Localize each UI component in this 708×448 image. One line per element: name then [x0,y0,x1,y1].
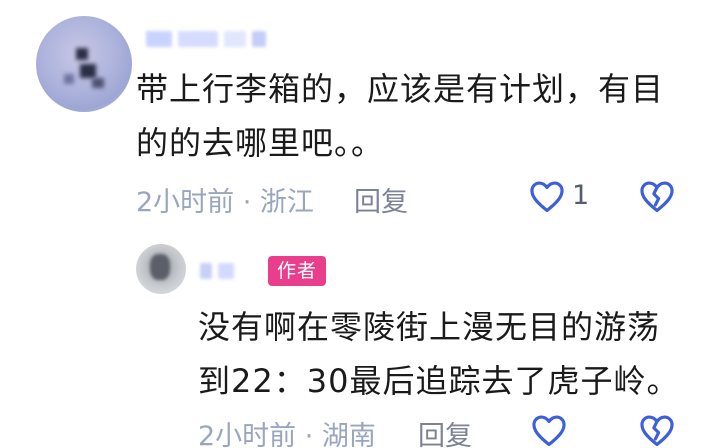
avatar-pixel [92,78,104,88]
time-location: 2小时前 · 浙江 [136,187,314,218]
comment-thread: 带上行李箱的，应该是有计划，有目 的的去哪里吧。。 2小时前 · 浙江 回复 1… [0,0,708,448]
avatar-pixel [64,74,74,84]
avatar-pixel [76,48,88,60]
reply-text-line: 没有啊在零陵街上漫无目的游荡 [198,308,661,346]
avatar[interactable] [36,16,132,112]
reply-avatar[interactable] [136,244,186,294]
username-pixel [224,31,246,47]
avatar-pixel [80,64,96,78]
comment-text-line: 的的去哪里吧。。 [136,124,385,162]
username-pixel [200,263,212,279]
reply-text: 没有啊在零陵街上漫无目的游荡 到22：30最后追踪去了虎子岭。 [198,300,698,408]
reply-username-blurred[interactable] [200,262,234,280]
broken-heart-icon[interactable] [638,178,676,216]
reply-reply-button[interactable]: 回复 [418,414,472,448]
username-pixel [178,31,218,47]
reply-text-line: 到22：30最后追踪去了虎子岭。 [198,362,680,400]
reply-button[interactable]: 回复 [354,180,408,219]
heart-outline-icon[interactable] [528,178,566,216]
reply-time-location: 2小时前 · 湖南 [198,421,376,448]
username-pixel [218,263,234,279]
username-pixel [146,31,172,47]
avatar-pixel [150,254,170,280]
comment-text-line: 带上行李箱的，应该是有计划，有目 [136,70,665,108]
username-blurred[interactable] [146,30,266,48]
heart-outline-icon[interactable] [530,412,568,448]
like-count: 1 [572,180,590,211]
author-badge: 作者 [268,256,326,286]
username-pixel [252,31,266,47]
broken-heart-icon[interactable] [638,412,676,448]
comment-text: 带上行李箱的，应该是有计划，有目 的的去哪里吧。。 [136,62,696,170]
